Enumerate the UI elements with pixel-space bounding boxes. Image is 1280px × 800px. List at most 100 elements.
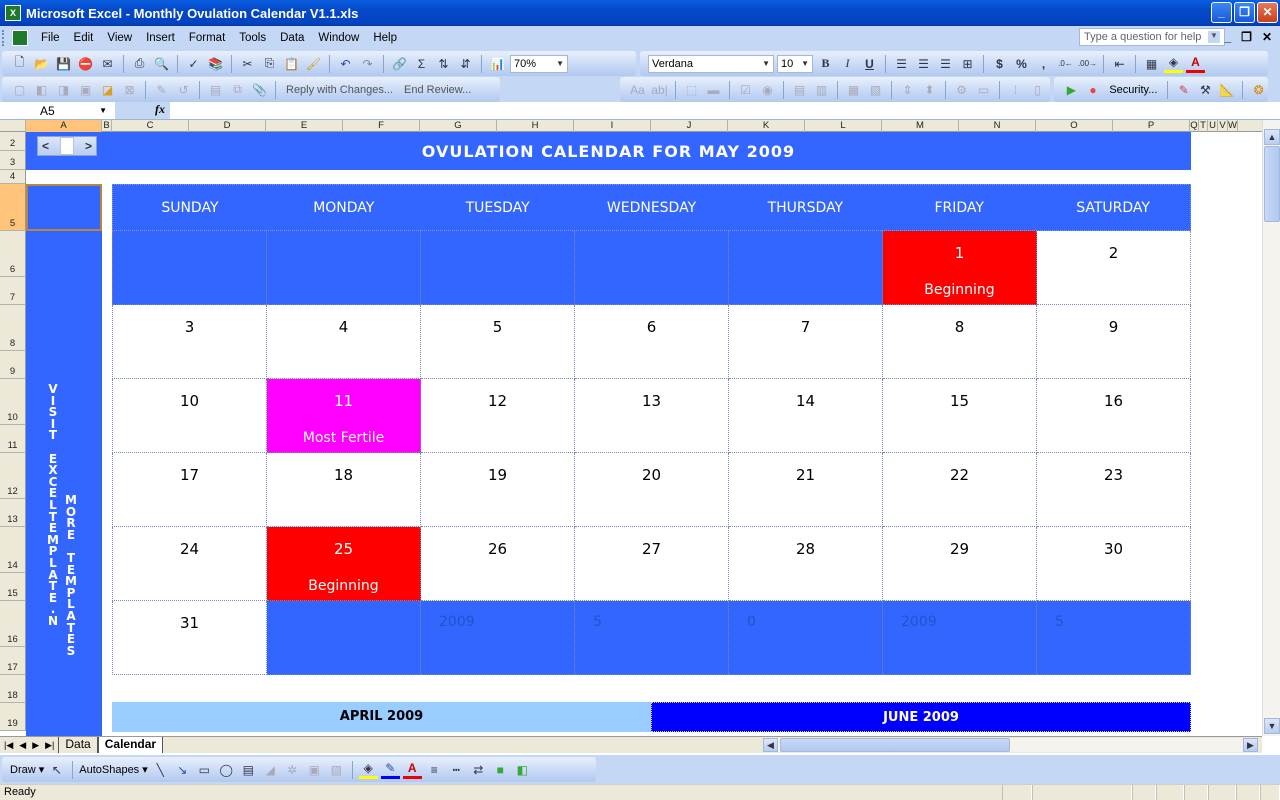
paste-icon[interactable]: 📋 xyxy=(282,54,301,73)
next-sheet-icon[interactable]: ▶ xyxy=(32,740,39,751)
column-header[interactable]: M xyxy=(882,120,959,132)
help-search-input[interactable]: Type a question for help ▼ xyxy=(1079,28,1225,46)
day-cell-10[interactable]: 10 xyxy=(112,379,267,453)
end-review-button[interactable]: End Review... xyxy=(400,84,475,96)
empty-day-cell[interactable] xyxy=(267,231,421,305)
minimize-button[interactable]: _ xyxy=(1211,2,1232,23)
day-cell-28[interactable]: 28 xyxy=(729,527,883,601)
comma-button[interactable]: , xyxy=(1034,54,1053,73)
day-cell-12[interactable]: 12 xyxy=(421,379,575,453)
column-header[interactable]: P xyxy=(1113,120,1190,132)
scroll-down-icon[interactable]: ▼ xyxy=(1264,718,1280,734)
excel-app-icon[interactable]: X xyxy=(5,5,21,21)
column-header[interactable]: C xyxy=(112,120,189,132)
day-cell-2[interactable]: 2 xyxy=(1037,231,1191,305)
row-header[interactable]: 18 xyxy=(0,675,26,703)
run-dialog-icon[interactable]: ▯ xyxy=(1028,80,1047,99)
menu-tools[interactable]: Tools xyxy=(232,32,273,44)
name-box[interactable]: A5 ▼ xyxy=(0,102,115,119)
autosum-icon[interactable]: Σ xyxy=(412,54,431,73)
row-header[interactable]: 16 xyxy=(0,601,26,647)
insert-function-button[interactable]: fx xyxy=(115,102,170,119)
percent-button[interactable]: % xyxy=(1012,54,1031,73)
empty-day-cell[interactable] xyxy=(575,231,729,305)
scroll-left-icon[interactable]: ◀ xyxy=(763,738,778,752)
diagram-icon[interactable]: ✲ xyxy=(283,760,302,779)
shadow-style-icon[interactable]: ■ xyxy=(491,760,510,779)
increase-decimal-icon[interactable]: .0← xyxy=(1056,54,1075,73)
security-button[interactable]: Security... xyxy=(1105,84,1161,96)
menu-format[interactable]: Format xyxy=(182,32,232,44)
day-cell-17[interactable]: 17 xyxy=(112,453,267,527)
share-icon[interactable]: ⧉ xyxy=(228,80,247,99)
empty-day-cell[interactable] xyxy=(112,231,267,305)
day-cell-18[interactable]: 18 xyxy=(267,453,421,527)
day-cell-29[interactable]: 29 xyxy=(883,527,1037,601)
indent-icon[interactable]: ⇤ xyxy=(1110,54,1129,73)
doc-close-button[interactable]: ✕ xyxy=(1262,30,1272,44)
day-cell-27[interactable]: 27 xyxy=(575,527,729,601)
row-header[interactable]: 12 xyxy=(0,453,26,499)
day-cell-3[interactable]: 3 xyxy=(112,305,267,379)
day-cell-1[interactable]: 1 Beginning xyxy=(883,231,1037,305)
row-header[interactable]: 2 xyxy=(0,132,26,151)
align-left-icon[interactable]: ☰ xyxy=(892,54,911,73)
column-header[interactable]: E xyxy=(266,120,343,132)
doc-restore-button[interactable]: ❐ xyxy=(1241,30,1252,44)
restore-button[interactable]: ❐ xyxy=(1234,2,1255,23)
column-header[interactable]: T xyxy=(1199,120,1208,132)
list-box-icon[interactable]: ▤ xyxy=(790,80,809,99)
row-header[interactable]: 3 xyxy=(0,151,26,170)
reply-with-changes-button[interactable]: Reply with Changes... xyxy=(282,84,397,96)
row-header[interactable]: 11 xyxy=(0,425,26,453)
menu-edit[interactable]: Edit xyxy=(67,32,101,44)
previous-sheet-icon[interactable]: ◀ xyxy=(19,740,26,751)
print-icon[interactable]: ⎙ xyxy=(130,54,149,73)
day-cell-16[interactable]: 16 xyxy=(1037,379,1191,453)
row-header[interactable]: 19 xyxy=(0,703,26,731)
empty-day-cell[interactable]: 0 xyxy=(729,601,883,675)
control-toolbox-icon[interactable]: ⚒ xyxy=(1196,80,1215,99)
column-header[interactable]: V xyxy=(1218,120,1228,132)
column-header[interactable]: D xyxy=(189,120,266,132)
row-header[interactable]: 4 xyxy=(0,170,26,184)
column-header[interactable]: O xyxy=(1036,120,1113,132)
column-header[interactable]: N xyxy=(959,120,1036,132)
bold-button[interactable]: B xyxy=(816,54,835,73)
align-right-icon[interactable]: ☰ xyxy=(936,54,955,73)
show-all-comments-icon[interactable]: ◪ xyxy=(98,80,117,99)
checkbox-icon[interactable]: ☑ xyxy=(736,80,755,99)
permission-icon[interactable]: ⛔ xyxy=(76,54,95,73)
toolbar-grip[interactable] xyxy=(2,30,10,46)
delete-comment-icon[interactable]: ⊠ xyxy=(120,80,139,99)
arrow-icon[interactable]: ↘ xyxy=(173,760,192,779)
column-header[interactable]: A xyxy=(26,120,102,132)
spelling-icon[interactable]: ✓ xyxy=(184,54,203,73)
day-cell-30[interactable]: 30 xyxy=(1037,527,1191,601)
new-icon[interactable]: 🗋 xyxy=(10,54,29,73)
day-cell-13[interactable]: 13 xyxy=(575,379,729,453)
sort-descending-icon[interactable]: ⇵ xyxy=(456,54,475,73)
chart-wizard-icon[interactable]: 📊 xyxy=(488,54,507,73)
rectangle-icon[interactable]: ▭ xyxy=(195,760,214,779)
scroll-bar-icon[interactable]: ⇕ xyxy=(898,80,917,99)
merge-center-icon[interactable]: ⊞ xyxy=(958,54,977,73)
column-header[interactable]: U xyxy=(1208,120,1218,132)
row-header[interactable]: 6 xyxy=(0,231,26,277)
font-name-select[interactable]: Verdana ▼ xyxy=(648,54,774,73)
chevron-down-icon[interactable]: ▼ xyxy=(1208,31,1220,43)
day-cell-31[interactable]: 31 xyxy=(112,601,267,675)
next-comment-icon[interactable]: ◨ xyxy=(54,80,73,99)
record-macro-icon[interactable]: ● xyxy=(1084,80,1103,99)
select-objects-icon[interactable]: ↖ xyxy=(47,760,66,779)
column-header[interactable]: Q xyxy=(1190,120,1199,132)
picture-icon[interactable]: ▧ xyxy=(327,760,346,779)
button-icon[interactable]: ▬ xyxy=(704,80,723,99)
research-icon[interactable]: 📚 xyxy=(206,54,225,73)
font-size-select[interactable]: 10 ▼ xyxy=(777,54,813,73)
row-header[interactable]: 14 xyxy=(0,527,26,573)
empty-day-cell[interactable]: 2009 xyxy=(883,601,1037,675)
doc-minimize-button[interactable]: _ xyxy=(1224,30,1231,44)
column-header[interactable]: K xyxy=(728,120,805,132)
oval-icon[interactable]: ◯ xyxy=(217,760,236,779)
